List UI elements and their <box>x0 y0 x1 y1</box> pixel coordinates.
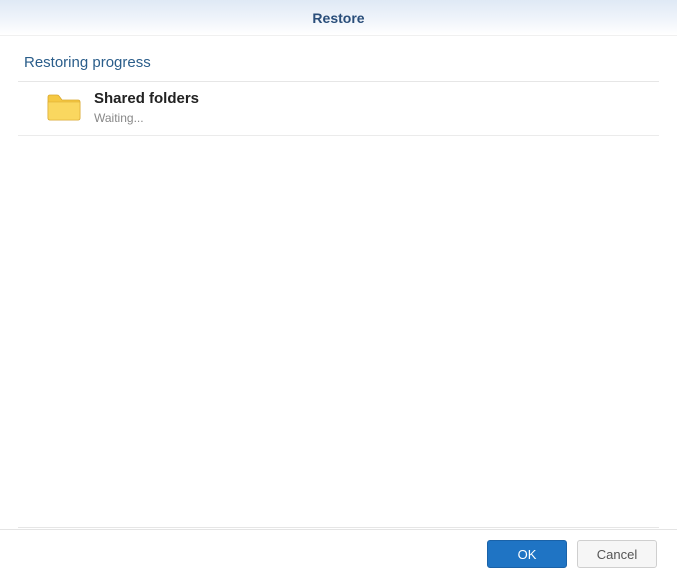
section-heading: Restoring progress <box>0 36 677 81</box>
item-title: Shared folders <box>94 90 199 107</box>
ok-button[interactable]: OK <box>487 540 567 568</box>
item-texts: Shared folders Waiting... <box>94 90 199 125</box>
item-status: Waiting... <box>94 111 199 125</box>
footer-divider <box>18 527 659 528</box>
footer: OK Cancel <box>0 529 677 574</box>
folder-icon <box>46 92 82 122</box>
window-title: Restore <box>312 10 364 26</box>
list-item: Shared folders Waiting... <box>18 82 659 136</box>
cancel-button[interactable]: Cancel <box>577 540 657 568</box>
window-titlebar: Restore <box>0 0 677 36</box>
